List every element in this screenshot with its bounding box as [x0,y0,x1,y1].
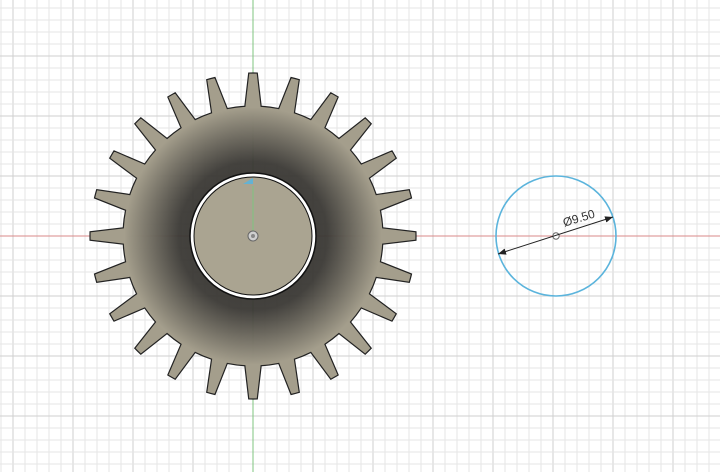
design-viewport[interactable]: Ø9.50 [0,0,720,472]
sketch-canvas[interactable]: Ø9.50 [0,0,720,472]
origin-point-center [251,234,255,238]
